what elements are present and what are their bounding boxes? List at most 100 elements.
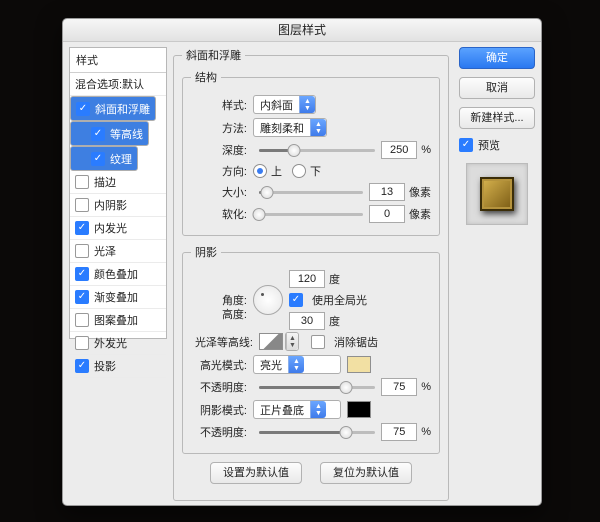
style-effect-row[interactable]: 外发光 [70,332,166,355]
shadow-opacity-input[interactable]: 75 [381,423,417,441]
shading-fieldset: 阴影 角度: 120 度 使用全局光 [182,244,440,454]
reset-default-button[interactable]: 复位为默认值 [320,462,412,484]
style-list-header: 样式 [70,48,166,73]
effect-checkbox[interactable] [75,221,89,235]
preview-thumbnail [480,177,514,211]
structure-fieldset: 结构 样式: 内斜面 方法: 雕刻柔和 深度: 250 % [182,69,440,236]
technique-select[interactable]: 雕刻柔和 [253,118,327,137]
depth-input[interactable]: 250 [381,141,417,159]
preview-box [466,163,528,225]
style-effect-row[interactable]: 描边 [70,171,166,194]
effect-label: 等高线 [110,126,143,142]
angle-dial[interactable] [253,285,283,315]
angle-input[interactable]: 120 [289,270,325,288]
effect-label: 描边 [94,174,116,190]
global-light-checkbox[interactable] [289,293,303,307]
style-effect-row[interactable]: 图案叠加 [70,309,166,332]
antialias-checkbox[interactable] [311,335,325,349]
bevel-fieldset: 斜面和浮雕 结构 样式: 内斜面 方法: 雕刻柔和 深度: 250 [173,47,449,501]
style-effect-row[interactable]: 投影 [70,355,166,378]
cancel-button[interactable]: 取消 [459,77,535,99]
effect-label: 内发光 [94,220,127,236]
bevel-legend: 斜面和浮雕 [182,47,245,63]
preview-checkbox[interactable] [459,138,473,152]
preview-label: 预览 [478,137,500,153]
style-effect-row[interactable]: 斜面和浮雕 [70,96,156,121]
highlight-opacity-label: 不透明度: [191,379,247,395]
ok-button[interactable]: 确定 [459,47,535,69]
chevron-updown-icon [288,356,304,373]
altitude-input[interactable]: 30 [289,312,325,330]
highlight-mode-label: 高光模式: [191,357,247,373]
effect-checkbox[interactable] [75,336,89,350]
effect-checkbox[interactable] [75,244,89,258]
chevron-updown-icon [299,96,315,113]
effect-checkbox[interactable] [91,152,105,166]
style-select[interactable]: 内斜面 [253,95,316,114]
style-effect-row[interactable]: 颜色叠加 [70,263,166,286]
style-effect-row[interactable]: 内发光 [70,217,166,240]
shadow-opacity-slider[interactable] [259,425,375,439]
depth-unit: % [421,144,431,156]
size-slider[interactable] [259,185,363,199]
style-effect-row[interactable]: 等高线 [70,121,149,146]
effect-checkbox[interactable] [75,267,89,281]
style-list[interactable]: 样式 混合选项:默认 斜面和浮雕等高线纹理描边内阴影内发光光泽颜色叠加渐变叠加图… [69,47,167,339]
layer-style-dialog: 图层样式 样式 混合选项:默认 斜面和浮雕等高线纹理描边内阴影内发光光泽颜色叠加… [62,18,542,506]
titlebar: 图层样式 [63,19,541,42]
dialog-body: 样式 混合选项:默认 斜面和浮雕等高线纹理描边内阴影内发光光泽颜色叠加渐变叠加图… [69,47,535,499]
style-effect-row[interactable]: 内阴影 [70,194,166,217]
preview-toggle[interactable]: 预览 [459,137,535,153]
chevron-down-icon [286,333,298,350]
technique-label: 方法: [191,120,247,136]
blending-options-row[interactable]: 混合选项:默认 [70,73,166,96]
depth-label: 深度: [191,142,247,158]
settings-panel: 斜面和浮雕 结构 样式: 内斜面 方法: 雕刻柔和 深度: 250 [173,47,449,509]
highlight-color-swatch[interactable] [347,356,371,373]
soften-input[interactable]: 0 [369,205,405,223]
effect-label: 纹理 [110,151,132,167]
effect-label: 投影 [94,358,116,374]
effect-checkbox[interactable] [75,313,89,327]
highlight-mode-select[interactable]: 亮光 [253,355,341,374]
gloss-contour-dropdown[interactable] [285,332,299,351]
make-default-button[interactable]: 设置为默认值 [210,462,302,484]
antialias-label: 消除锯齿 [334,334,378,350]
highlight-opacity-input[interactable]: 75 [381,378,417,396]
style-effect-row[interactable]: 纹理 [70,146,138,171]
effect-label: 光泽 [94,243,116,259]
direction-up-radio[interactable]: 上 [253,163,282,179]
window-title: 图层样式 [278,23,326,37]
effect-checkbox[interactable] [75,175,89,189]
effect-checkbox[interactable] [76,102,90,116]
depth-slider[interactable] [259,143,375,157]
gloss-contour-label: 光泽等高线: [191,334,253,350]
altitude-label: 高度: [191,306,247,322]
gloss-contour-picker[interactable] [259,333,283,350]
style-effect-row[interactable]: 光泽 [70,240,166,263]
highlight-opacity-slider[interactable] [259,380,375,394]
action-column: 确定 取消 新建样式... 预览 [459,47,535,225]
effect-checkbox[interactable] [75,359,89,373]
shadow-opacity-label: 不透明度: [191,424,247,440]
effect-label: 渐变叠加 [94,289,138,305]
global-light-label: 使用全局光 [312,292,367,308]
chevron-updown-icon [310,119,326,136]
shading-legend: 阴影 [191,244,221,260]
style-label: 样式: [191,97,247,113]
effect-checkbox[interactable] [91,127,105,141]
effect-checkbox[interactable] [75,290,89,304]
structure-legend: 结构 [191,69,221,85]
soften-slider[interactable] [259,207,363,221]
effect-checkbox[interactable] [75,198,89,212]
blending-options-label: 混合选项:默认 [75,76,144,92]
shadow-color-swatch[interactable] [347,401,371,418]
size-label: 大小: [191,184,247,200]
direction-down-radio[interactable]: 下 [292,163,321,179]
direction-label: 方向: [191,163,247,179]
new-style-button[interactable]: 新建样式... [459,107,535,129]
style-effect-row[interactable]: 渐变叠加 [70,286,166,309]
shadow-mode-select[interactable]: 正片叠底 [253,400,341,419]
effect-label: 外发光 [94,335,127,351]
size-input[interactable]: 13 [369,183,405,201]
